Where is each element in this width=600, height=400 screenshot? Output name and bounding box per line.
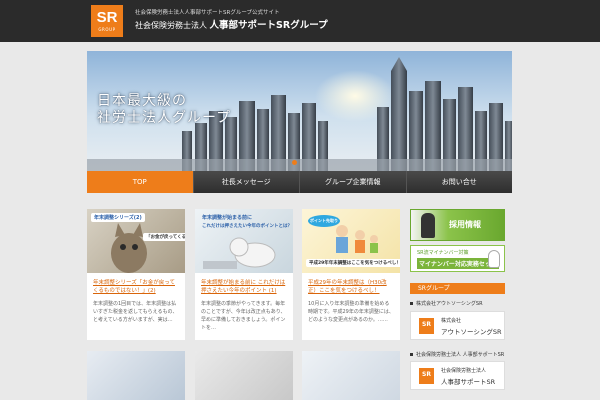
article-excerpt: 年末調整の季節がやってきます。毎年のことですが、今年は改正点もあり、早めに準備し… [201,301,286,331]
company-main-name: 人事部サポートSRグループ [209,20,328,31]
hero-heading: 日本最大級の 社労士法人グループ [97,93,231,127]
group-company-banner[interactable]: SR 社会保険労務士法人 人事部サポートSR [410,361,505,390]
company-prefix: 社会保険労務士法人 [135,21,207,30]
thumb-caption: 「お金が戻ってくる」ものではない！ [143,233,185,241]
article-card[interactable]: 年末調整が始まる前に これだけは押さえたい今年のポイントとは？ 年末調整が始まる… [195,209,293,340]
thumb-badge: ポイント先取り [308,215,340,227]
mynumber-line1: SR流マイナンバー対策 [417,250,469,256]
group-company-link-label: 株式会社アウトソーシングSR [416,301,483,307]
mynumber-line2: マイナンバー対応実務セット [417,258,499,269]
hero-heading-line2: 社労士法人グループ [97,111,232,126]
article-thumbnail[interactable]: 年末調整が始まる前に これだけは押さえたい今年のポイントとは？ [195,209,293,273]
group-company-banner[interactable]: SR 株式会社 アウトソーシングSR [410,311,505,340]
company-type: 株式会社 [441,318,462,324]
group-company-link[interactable]: 社会保険労務士法人 人事部サポートSR [410,351,504,358]
article-excerpt: 年末調整の1回目では、年末調整は払いすぎた税金を返してもらえるもの、と考えている… [93,301,178,323]
article-title-link[interactable]: 年末調整が始まる前に これだけは押さえたい今年のポイント (1) [195,273,293,295]
company-name: アウトソーシングSR [441,328,502,336]
thumb-series-label: 年末調整シリーズ(2) [91,213,145,222]
article-title-link[interactable]: 年末調整シリーズ「お金が戻ってくるものではない！」(2) [87,273,185,295]
carousel-indicator[interactable] [292,160,297,165]
hero-banner: 日本最大級の 社労士法人グループ [87,51,512,171]
article-card[interactable] [87,351,185,400]
company-name[interactable]: 社会保険労務士法人 人事部サポートSRグループ [135,17,328,31]
logo-main-text: SR [96,9,118,26]
thumb-series-label: 年末調整が始まる前に [202,215,253,221]
article-card[interactable] [302,351,400,400]
company-type: 社会保険労務士法人 [441,368,487,374]
thumb-caption: 平成29年年末調整はここを気をつけるべし！ [306,259,400,267]
person-icon [421,213,435,238]
recruit-banner[interactable]: 採用情報 [410,209,505,241]
site-header: SR GROUP 社会保険労務士法人人事部サポートSRグループ公式サイト 社会保… [0,0,600,42]
site-tagline: 社会保険労務士法人人事部サポートSRグループ公式サイト [135,10,280,16]
sr-group-heading: SRグループ [410,283,505,294]
article-title-link[interactable]: 平成29年の年末調整は（H30改正）ここを気をつけるべし！ [302,273,400,295]
logo-sub-text: GROUP [98,27,116,32]
article-card[interactable]: ポイント先取り 平成29年年末調整はここを気をつけるべし！ 平成29年の年末調整… [302,209,400,340]
hero-heading-line1: 日本最大級の [97,94,187,109]
main-nav: TOP 社長メッセージ グループ企業情報 お問い合せ [87,171,512,193]
nav-item-top[interactable]: TOP [87,171,194,193]
rabbit-mascot-icon [488,250,500,268]
article-card[interactable]: 年末調整シリーズ(2) 「お金が戻ってくる」ものではない！ 年末調整シリーズ「お… [87,209,185,340]
article-card[interactable] [195,351,293,400]
article-thumbnail[interactable]: 年末調整シリーズ(2) 「お金が戻ってくる」ものではない！ [87,209,185,273]
nav-item-group-companies[interactable]: グループ企業情報 [300,171,407,193]
group-company-link[interactable]: 株式会社アウトソーシングSR [410,300,483,307]
bullet-icon [410,353,413,356]
article-excerpt: 10月に入り年末調整の準備を始める時期です。平成29年の年末調整には、どのような… [308,301,394,323]
nav-item-president-message[interactable]: 社長メッセージ [193,171,300,193]
article-thumbnail[interactable]: ポイント先取り 平成29年年末調整はここを気をつけるべし！ [302,209,400,273]
recruit-label: 採用情報 [449,220,481,229]
sr-mini-logo: SR [419,318,434,334]
mynumber-banner[interactable]: SR流マイナンバー対策 マイナンバー対応実務セット [410,245,505,272]
thumb-caption: これだけは押さえたい今年のポイントとは？ [202,224,292,229]
group-company-link-label: 社会保険労務士法人 人事部サポートSR [416,352,505,358]
bullet-icon [410,302,413,305]
nav-item-contact[interactable]: お問い合せ [406,171,512,193]
company-name: 人事部サポートSR [441,378,496,386]
sr-group-logo[interactable]: SR GROUP [91,5,123,37]
sr-mini-logo: SR [419,368,434,384]
